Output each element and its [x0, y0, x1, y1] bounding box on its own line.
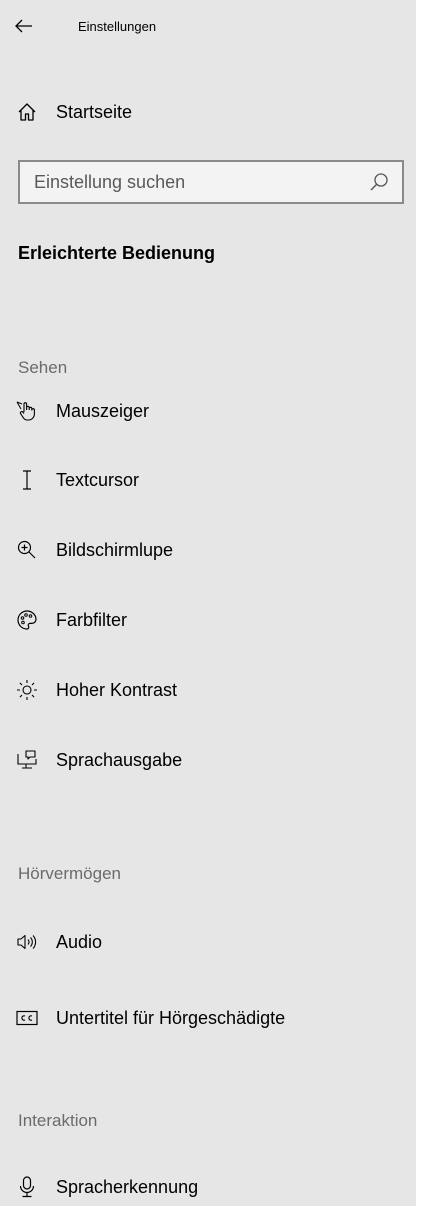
back-button[interactable] [10, 12, 38, 40]
sun-contrast-icon [16, 679, 38, 701]
search-icon[interactable] [368, 171, 390, 193]
title-bar: Einstellungen [0, 0, 416, 58]
speaker-icon [16, 931, 38, 953]
nav-item-label: Farbfilter [56, 609, 128, 630]
nav-item-label: Hoher Kontrast [56, 679, 178, 700]
closed-captions-icon [16, 1007, 38, 1029]
nav-item-bildschirmlupe[interactable]: Bildschirmlupe [0, 527, 416, 573]
nav-item-spracherkennung[interactable]: Spracherkennung [0, 1164, 416, 1210]
settings-nav-pane: Einstellungen Startseite Erleichterte Be… [0, 0, 416, 1206]
narrator-icon [16, 749, 38, 771]
nav-item-label: Bildschirmlupe [56, 539, 174, 560]
group-header-sehen: Sehen [18, 358, 68, 377]
group-header-interaktion: Interaktion [18, 1111, 98, 1130]
group-header-hoervermoegen: Hörvermögen [18, 864, 121, 883]
nav-item-label: Spracherkennung [56, 1176, 199, 1197]
section-title: Erleichterte Bedienung [18, 243, 216, 263]
text-cursor-icon [16, 469, 38, 491]
nav-item-label: Audio [56, 931, 103, 952]
nav-item-hoher-kontrast[interactable]: Hoher Kontrast [0, 667, 416, 713]
nav-item-label: Sprachausgabe [56, 749, 183, 770]
arrow-left-icon [15, 19, 32, 33]
home-icon [16, 101, 38, 123]
nav-item-startseite[interactable]: Startseite [0, 89, 416, 135]
nav-item-textcursor[interactable]: Textcursor [0, 457, 416, 503]
palette-icon [16, 609, 38, 631]
nav-item-label: Mauszeiger [56, 400, 150, 421]
search-box [18, 160, 404, 204]
nav-item-mauszeiger[interactable]: Mauszeiger [0, 388, 416, 434]
app-title: Einstellungen [78, 19, 157, 34]
mouse-pointer-icon [16, 400, 38, 422]
nav-item-farbfilter[interactable]: Farbfilter [0, 597, 416, 643]
search-input[interactable] [20, 163, 356, 201]
magnifier-icon [16, 539, 38, 561]
microphone-icon [16, 1176, 38, 1198]
nav-item-audio[interactable]: Audio [0, 919, 416, 965]
nav-item-sprachausgabe[interactable]: Sprachausgabe [0, 737, 416, 783]
nav-item-untertitel[interactable]: Untertitel für Hörgeschädigte [0, 995, 416, 1041]
nav-item-label: Startseite [56, 101, 133, 122]
nav-item-label: Textcursor [56, 469, 140, 490]
nav-item-label: Untertitel für Hörgeschädigte [56, 1007, 286, 1028]
